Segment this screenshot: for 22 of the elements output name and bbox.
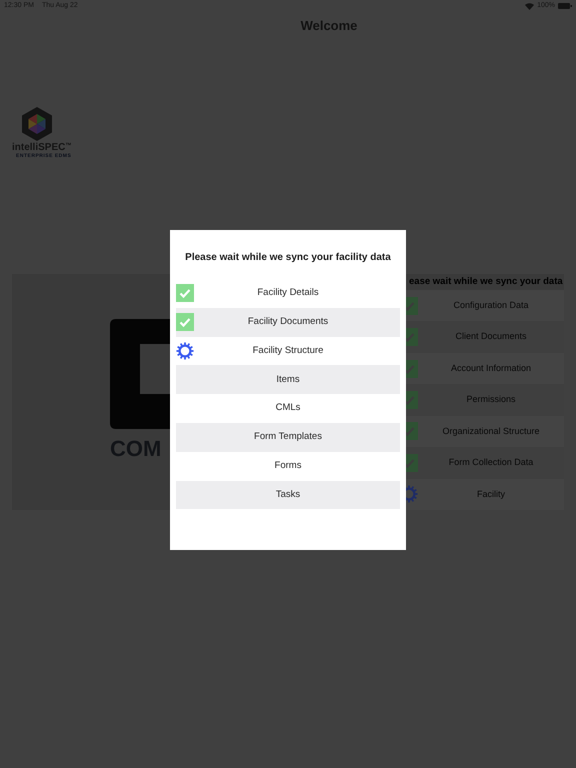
- sync-item-label: Forms: [274, 459, 302, 474]
- sync-item-label: Facility: [476, 488, 506, 501]
- sync-item-label: Organizational Structure: [441, 424, 541, 438]
- wifi-icon: [525, 2, 534, 10]
- sync-item-label: Facility Structure: [252, 344, 324, 358]
- panel-heading: ease wait while we sync your data: [409, 275, 564, 289]
- check-icon: [176, 313, 194, 332]
- spinner-icon: [176, 342, 194, 360]
- sync-item-label: Facility Details: [256, 286, 320, 300]
- dialog-title: Please wait while we sync your facility data: [184, 251, 392, 265]
- sync-item-label: Form Collection Data: [448, 456, 534, 470]
- sync-item-label: Items: [275, 372, 301, 387]
- sync-item-label: Configuration Data: [452, 298, 530, 312]
- sync-item-label: Facility Documents: [246, 315, 330, 330]
- battery-icon: [558, 3, 572, 9]
- sync-item-label: CMLs: [274, 401, 302, 416]
- sync-item-label: Form Templates: [253, 430, 323, 444]
- sync-item-label: Tasks: [274, 488, 302, 502]
- logo-icon: [21, 106, 53, 140]
- sync-item-label: Client Documents: [454, 330, 528, 344]
- sync-item-label: Permissions: [465, 393, 516, 406]
- sync-item-label: Account Information: [450, 362, 532, 375]
